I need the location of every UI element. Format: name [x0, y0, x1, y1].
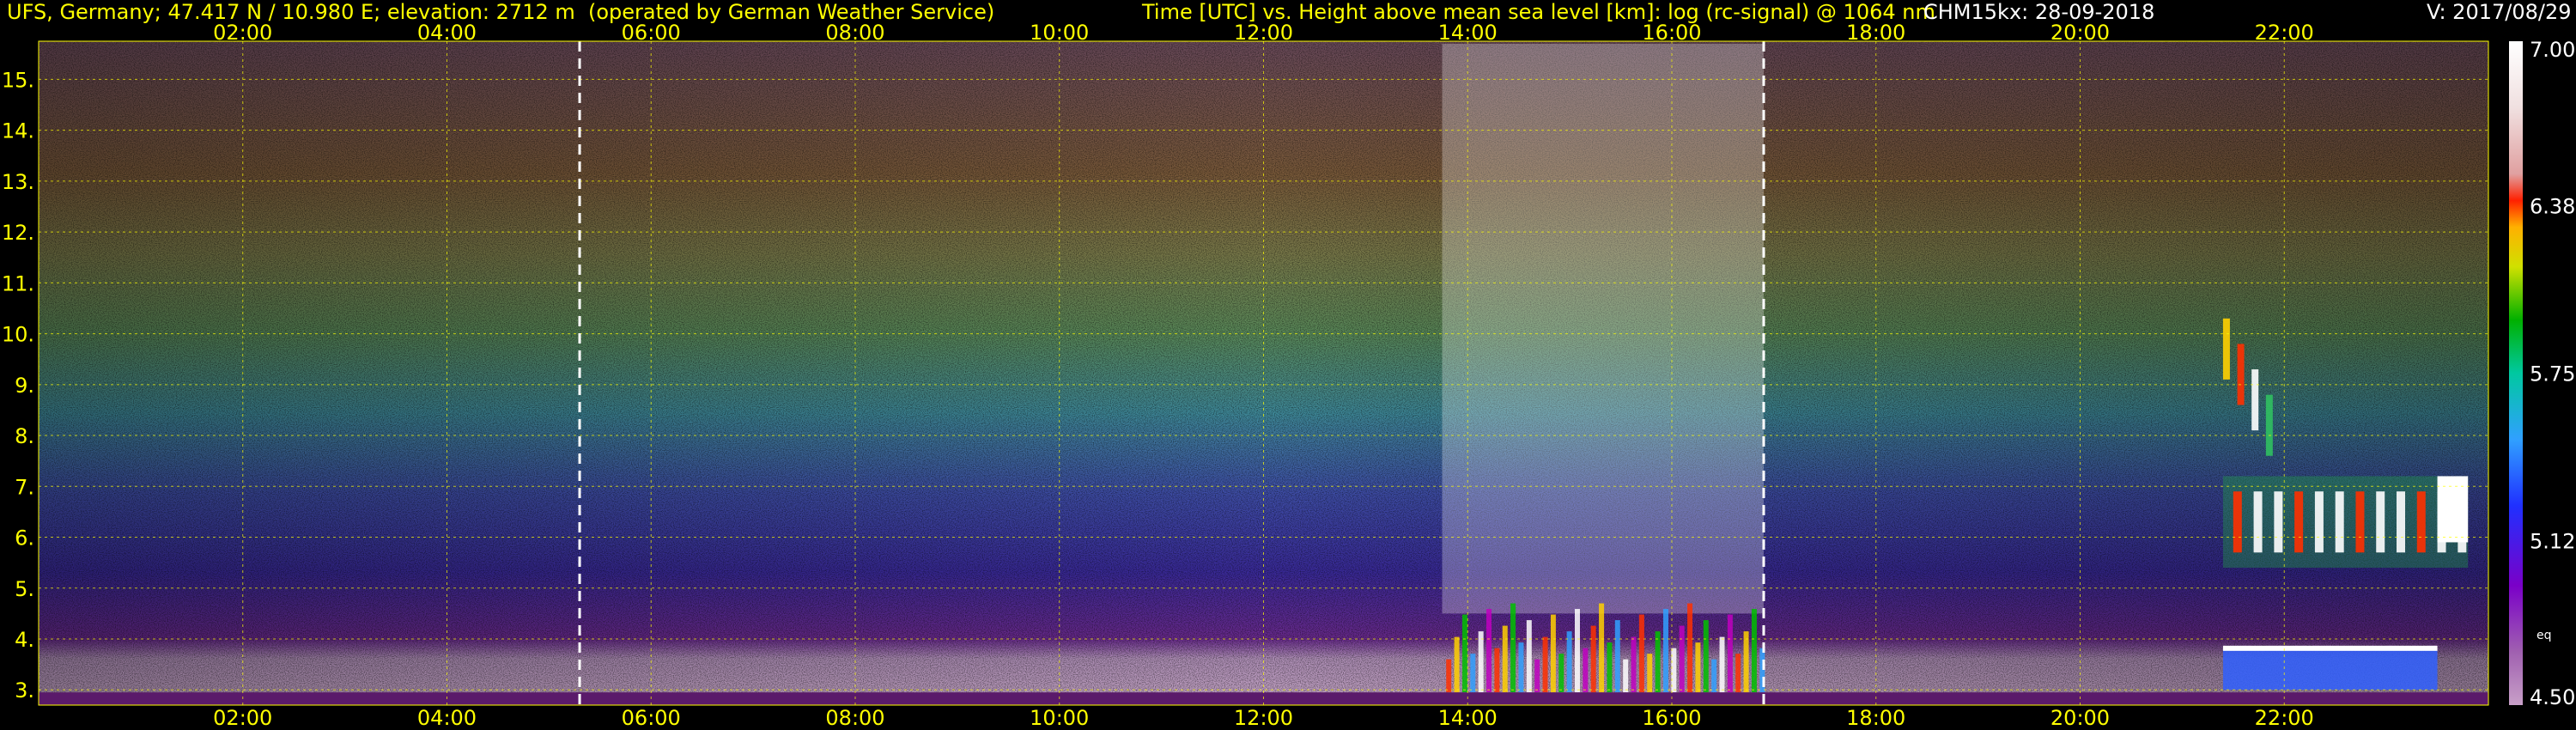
colorbar-side-label: eq: [2537, 629, 2552, 642]
colorbar-tick-label: 4.50: [2530, 685, 2575, 709]
colorbar-tick-label: 6.38: [2530, 195, 2575, 219]
colorbar: 7.00 6.38 5.75 5.12 4.50 eq: [2509, 38, 2575, 709]
colorbar-tick-label: 5.12: [2530, 529, 2575, 553]
colorbar-scale: [2509, 41, 2523, 705]
colorbar-tick-label: 7.00: [2530, 38, 2575, 62]
colorbar-tick-label: 5.75: [2530, 362, 2575, 386]
ceilometer-figure: UFS, Germany; 47.417 N / 10.980 E; eleva…: [0, 0, 2576, 730]
